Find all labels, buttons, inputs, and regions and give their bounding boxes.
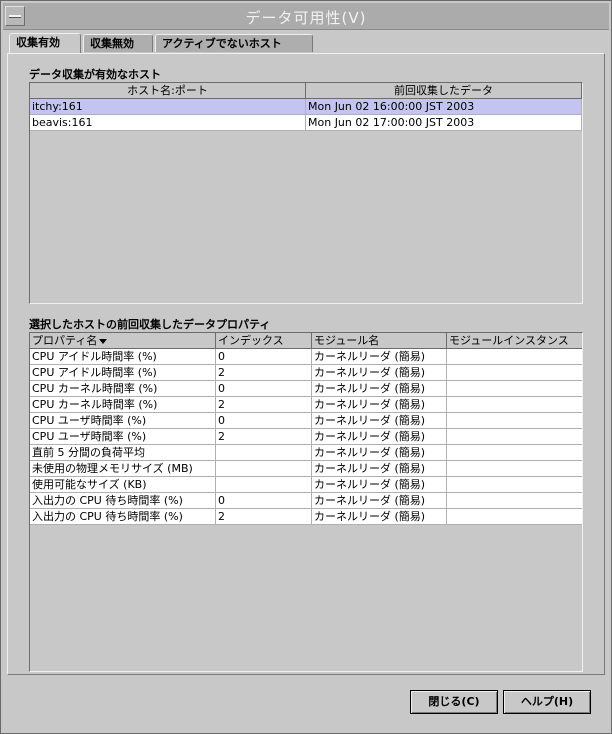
tab-collection-enabled[interactable]: 収集有効 bbox=[9, 33, 81, 53]
table-row[interactable]: CPU ユーザ時間率 (%) 0 カーネルリーダ (簡易) bbox=[30, 413, 582, 429]
close-button[interactable]: 閉じる(C) bbox=[410, 690, 498, 714]
module-instance-cell bbox=[447, 397, 582, 413]
module-instance-cell bbox=[447, 429, 582, 445]
table-row[interactable]: 入出力の CPU 待ち時間率 (%) 2 カーネルリーダ (簡易) bbox=[30, 509, 582, 525]
module-instance-cell bbox=[447, 349, 582, 365]
table-row[interactable]: 使用可能なサイズ (KB) カーネルリーダ (簡易) bbox=[30, 477, 582, 493]
index-cell bbox=[216, 477, 312, 493]
module-name-cell: カーネルリーダ (簡易) bbox=[312, 381, 447, 397]
tab-collection-disabled[interactable]: 収集無効 bbox=[83, 34, 153, 52]
index-cell: 2 bbox=[216, 397, 312, 413]
column-header-host-port[interactable]: ホスト名:ポート bbox=[30, 83, 306, 99]
index-cell: 2 bbox=[216, 429, 312, 445]
column-header-module-instance[interactable]: モジュールインスタンス bbox=[447, 333, 582, 349]
module-name-cell: カーネルリーダ (簡易) bbox=[312, 397, 447, 413]
module-name-cell: カーネルリーダ (簡易) bbox=[312, 429, 447, 445]
module-name-cell: カーネルリーダ (簡易) bbox=[312, 461, 447, 477]
module-instance-cell bbox=[447, 365, 582, 381]
properties-table[interactable]: プロパティ名 インデックス モジュール名 モジュールインスタンス CPU アイド… bbox=[29, 332, 583, 672]
module-instance-cell bbox=[447, 477, 582, 493]
table-row[interactable]: 入出力の CPU 待ち時間率 (%) 0 カーネルリーダ (簡易) bbox=[30, 493, 582, 509]
module-instance-cell bbox=[447, 413, 582, 429]
module-instance-cell bbox=[447, 381, 582, 397]
data-availability-dialog: データ可用性(V) 収集有効 収集無効 アクティブでないホスト データ収集が有効… bbox=[0, 0, 612, 734]
tab-panel: データ収集が有効なホスト ホスト名:ポート 前回収集したデータ itchy:16… bbox=[7, 53, 605, 675]
property-name-cell: 入出力の CPU 待ち時間率 (%) bbox=[30, 493, 216, 509]
module-name-cell: カーネルリーダ (簡易) bbox=[312, 445, 447, 461]
module-name-cell: カーネルリーダ (簡易) bbox=[312, 349, 447, 365]
index-cell: 0 bbox=[216, 381, 312, 397]
last-collected-cell: Mon Jun 02 16:00:00 JST 2003 bbox=[306, 99, 582, 115]
property-name-cell: CPU アイドル時間率 (%) bbox=[30, 365, 216, 381]
module-name-cell: カーネルリーダ (簡易) bbox=[312, 477, 447, 493]
table-row[interactable]: CPU アイドル時間率 (%) 0 カーネルリーダ (簡易) bbox=[30, 349, 582, 365]
module-instance-cell bbox=[447, 461, 582, 477]
host-cell: beavis:161 bbox=[30, 115, 306, 131]
property-name-cell: CPU ユーザ時間率 (%) bbox=[30, 413, 216, 429]
tab-inactive-hosts[interactable]: アクティブでないホスト bbox=[155, 34, 313, 52]
title-bar[interactable]: データ可用性(V) bbox=[3, 3, 609, 30]
column-header-property-name[interactable]: プロパティ名 bbox=[30, 333, 216, 349]
column-header-index[interactable]: インデックス bbox=[216, 333, 312, 349]
table-row[interactable]: CPU カーネル時間率 (%) 2 カーネルリーダ (簡易) bbox=[30, 397, 582, 413]
host-cell: itchy:161 bbox=[30, 99, 306, 115]
property-name-cell: 使用可能なサイズ (KB) bbox=[30, 477, 216, 493]
properties-section-label: 選択したホストの前回収集したデータプロパティ bbox=[29, 318, 271, 331]
column-header-module-name[interactable]: モジュール名 bbox=[312, 333, 447, 349]
sort-descending-icon bbox=[99, 338, 108, 344]
module-instance-cell bbox=[447, 445, 582, 461]
module-instance-cell bbox=[447, 493, 582, 509]
module-name-cell: カーネルリーダ (簡易) bbox=[312, 413, 447, 429]
property-name-cell: CPU カーネル時間率 (%) bbox=[30, 397, 216, 413]
hosts-table[interactable]: ホスト名:ポート 前回収集したデータ itchy:161 Mon Jun 02 … bbox=[29, 82, 583, 304]
index-cell: 0 bbox=[216, 413, 312, 429]
index-cell bbox=[216, 445, 312, 461]
last-collected-cell: Mon Jun 02 17:00:00 JST 2003 bbox=[306, 115, 582, 131]
property-name-cell: CPU アイドル時間率 (%) bbox=[30, 349, 216, 365]
module-name-cell: カーネルリーダ (簡易) bbox=[312, 365, 447, 381]
property-name-cell: 入出力の CPU 待ち時間率 (%) bbox=[30, 509, 216, 525]
property-name-cell: 直前 5 分間の負荷平均 bbox=[30, 445, 216, 461]
module-name-cell: カーネルリーダ (簡易) bbox=[312, 493, 447, 509]
property-name-cell: CPU カーネル時間率 (%) bbox=[30, 381, 216, 397]
module-instance-cell bbox=[447, 509, 582, 525]
help-button[interactable]: ヘルプ(H) bbox=[503, 690, 591, 714]
property-name-header-label: プロパティ名 bbox=[32, 334, 98, 347]
table-row[interactable]: CPU ユーザ時間率 (%) 2 カーネルリーダ (簡易) bbox=[30, 429, 582, 445]
column-header-last-collected[interactable]: 前回収集したデータ bbox=[306, 83, 582, 99]
index-cell: 2 bbox=[216, 509, 312, 525]
table-row[interactable]: 直前 5 分間の負荷平均 カーネルリーダ (簡易) bbox=[30, 445, 582, 461]
table-row[interactable]: 未使用の物理メモリサイズ (MB) カーネルリーダ (簡易) bbox=[30, 461, 582, 477]
index-cell: 2 bbox=[216, 365, 312, 381]
window-title: データ可用性(V) bbox=[245, 9, 367, 27]
table-row[interactable]: CPU カーネル時間率 (%) 0 カーネルリーダ (簡易) bbox=[30, 381, 582, 397]
module-name-cell: カーネルリーダ (簡易) bbox=[312, 509, 447, 525]
property-name-cell: 未使用の物理メモリサイズ (MB) bbox=[30, 461, 216, 477]
table-row[interactable]: itchy:161 Mon Jun 02 16:00:00 JST 2003 bbox=[30, 99, 582, 115]
index-cell: 0 bbox=[216, 349, 312, 365]
table-row[interactable]: beavis:161 Mon Jun 02 17:00:00 JST 2003 bbox=[30, 115, 582, 131]
index-cell: 0 bbox=[216, 493, 312, 509]
table-row[interactable]: CPU アイドル時間率 (%) 2 カーネルリーダ (簡易) bbox=[30, 365, 582, 381]
index-cell bbox=[216, 461, 312, 477]
hosts-section-label: データ収集が有効なホスト bbox=[29, 68, 161, 81]
property-name-cell: CPU ユーザ時間率 (%) bbox=[30, 429, 216, 445]
